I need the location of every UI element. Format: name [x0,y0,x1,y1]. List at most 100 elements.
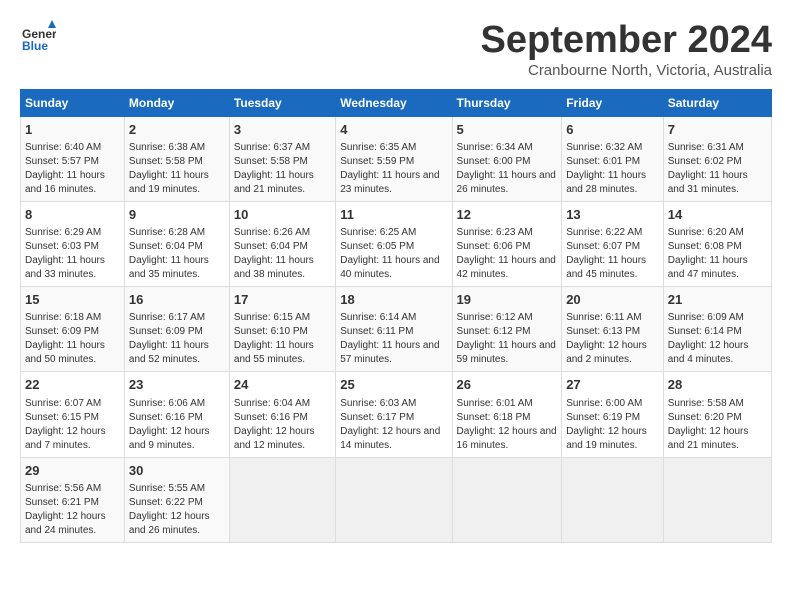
daylight-text: Daylight: 11 hours and 35 minutes. [129,255,209,280]
sunrise-text: Sunrise: 6:29 AM [25,227,101,238]
calendar-cell: 19 Sunrise: 6:12 AM Sunset: 6:12 PM Dayl… [452,287,562,372]
sunset-text: Sunset: 6:16 PM [234,412,308,423]
daylight-text: Daylight: 11 hours and 33 minutes. [25,255,105,280]
calendar-cell: 18 Sunrise: 6:14 AM Sunset: 6:11 PM Dayl… [336,287,452,372]
page-header: General Blue September 2024 Cranbourne N… [20,20,772,79]
daylight-text: Daylight: 11 hours and 57 minutes. [340,340,439,365]
day-number: 1 [25,121,120,139]
table-row: 22 Sunrise: 6:07 AM Sunset: 6:15 PM Dayl… [21,372,772,457]
sunrise-text: Sunrise: 6:34 AM [457,142,533,153]
daylight-text: Daylight: 12 hours and 26 minutes. [129,511,210,536]
sunset-text: Sunset: 6:03 PM [25,241,99,252]
daylight-text: Daylight: 11 hours and 38 minutes. [234,255,314,280]
calendar-cell [663,457,771,542]
day-number: 22 [25,376,120,394]
table-row: 8 Sunrise: 6:29 AM Sunset: 6:03 PM Dayli… [21,201,772,286]
day-number: 16 [129,291,225,309]
daylight-text: Daylight: 12 hours and 14 minutes. [340,426,440,451]
calendar-cell: 2 Sunrise: 6:38 AM Sunset: 5:58 PM Dayli… [124,116,229,201]
calendar-cell: 15 Sunrise: 6:18 AM Sunset: 6:09 PM Dayl… [21,287,125,372]
daylight-text: Daylight: 11 hours and 50 minutes. [25,340,105,365]
sunrise-text: Sunrise: 5:56 AM [25,483,101,494]
sunrise-text: Sunrise: 6:18 AM [25,312,101,323]
daylight-text: Daylight: 12 hours and 7 minutes. [25,426,106,451]
sunrise-text: Sunrise: 6:25 AM [340,227,416,238]
calendar-cell: 7 Sunrise: 6:31 AM Sunset: 6:02 PM Dayli… [663,116,771,201]
sunset-text: Sunset: 6:11 PM [340,326,413,337]
daylight-text: Daylight: 12 hours and 21 minutes. [668,426,749,451]
sunrise-text: Sunrise: 6:38 AM [129,142,205,153]
calendar-cell: 4 Sunrise: 6:35 AM Sunset: 5:59 PM Dayli… [336,116,452,201]
day-number: 24 [234,376,331,394]
day-number: 20 [566,291,659,309]
sunrise-text: Sunrise: 6:15 AM [234,312,310,323]
calendar-cell [562,457,664,542]
sunset-text: Sunset: 6:20 PM [668,412,742,423]
calendar-cell: 27 Sunrise: 6:00 AM Sunset: 6:19 PM Dayl… [562,372,664,457]
sunrise-text: Sunrise: 6:11 AM [566,312,641,323]
sunrise-text: Sunrise: 6:37 AM [234,142,310,153]
day-number: 19 [457,291,558,309]
calendar-cell [229,457,335,542]
sunrise-text: Sunrise: 6:22 AM [566,227,642,238]
header-row: Sunday Monday Tuesday Wednesday Thursday… [21,89,772,116]
daylight-text: Daylight: 12 hours and 16 minutes. [457,426,557,451]
calendar-cell: 23 Sunrise: 6:06 AM Sunset: 6:16 PM Dayl… [124,372,229,457]
day-number: 2 [129,121,225,139]
sunrise-text: Sunrise: 6:14 AM [340,312,416,323]
calendar-cell: 25 Sunrise: 6:03 AM Sunset: 6:17 PM Dayl… [336,372,452,457]
calendar-cell: 16 Sunrise: 6:17 AM Sunset: 6:09 PM Dayl… [124,287,229,372]
sunset-text: Sunset: 6:10 PM [234,326,308,337]
calendar-cell: 22 Sunrise: 6:07 AM Sunset: 6:15 PM Dayl… [21,372,125,457]
col-saturday: Saturday [663,89,771,116]
sunrise-text: Sunrise: 6:00 AM [566,398,642,409]
sunrise-text: Sunrise: 6:35 AM [340,142,416,153]
calendar-cell: 12 Sunrise: 6:23 AM Sunset: 6:06 PM Dayl… [452,201,562,286]
title-area: September 2024 Cranbourne North, Victori… [481,20,773,79]
sunrise-text: Sunrise: 6:12 AM [457,312,533,323]
sunrise-text: Sunrise: 6:40 AM [25,142,101,153]
daylight-text: Daylight: 11 hours and 55 minutes. [234,340,314,365]
day-number: 21 [668,291,767,309]
sunset-text: Sunset: 6:02 PM [668,156,742,167]
logo-icon: General Blue [20,20,56,56]
sunrise-text: Sunrise: 6:06 AM [129,398,205,409]
sunset-text: Sunset: 6:15 PM [25,412,99,423]
sunset-text: Sunset: 6:17 PM [340,412,414,423]
col-monday: Monday [124,89,229,116]
day-number: 27 [566,376,659,394]
day-number: 29 [25,462,120,480]
calendar-cell: 9 Sunrise: 6:28 AM Sunset: 6:04 PM Dayli… [124,201,229,286]
sunset-text: Sunset: 6:16 PM [129,412,203,423]
svg-text:Blue: Blue [22,39,48,53]
daylight-text: Daylight: 11 hours and 19 minutes. [129,170,209,195]
sunset-text: Sunset: 5:59 PM [340,156,414,167]
calendar-cell: 13 Sunrise: 6:22 AM Sunset: 6:07 PM Dayl… [562,201,664,286]
calendar-table: Sunday Monday Tuesday Wednesday Thursday… [20,89,772,543]
day-number: 7 [668,121,767,139]
daylight-text: Daylight: 11 hours and 23 minutes. [340,170,439,195]
sunset-text: Sunset: 6:05 PM [340,241,414,252]
sunrise-text: Sunrise: 6:32 AM [566,142,642,153]
daylight-text: Daylight: 11 hours and 40 minutes. [340,255,439,280]
table-row: 29 Sunrise: 5:56 AM Sunset: 6:21 PM Dayl… [21,457,772,542]
day-number: 11 [340,206,447,224]
day-number: 3 [234,121,331,139]
calendar-cell: 10 Sunrise: 6:26 AM Sunset: 6:04 PM Dayl… [229,201,335,286]
sunrise-text: Sunrise: 6:28 AM [129,227,205,238]
daylight-text: Daylight: 12 hours and 2 minutes. [566,340,647,365]
sunset-text: Sunset: 5:58 PM [129,156,203,167]
calendar-cell: 24 Sunrise: 6:04 AM Sunset: 6:16 PM Dayl… [229,372,335,457]
sunset-text: Sunset: 6:08 PM [668,241,742,252]
sunset-text: Sunset: 6:04 PM [234,241,308,252]
sunset-text: Sunset: 5:58 PM [234,156,308,167]
calendar-cell [336,457,452,542]
calendar-cell: 6 Sunrise: 6:32 AM Sunset: 6:01 PM Dayli… [562,116,664,201]
day-number: 5 [457,121,558,139]
sunset-text: Sunset: 6:13 PM [566,326,640,337]
sunset-text: Sunset: 6:09 PM [25,326,99,337]
daylight-text: Daylight: 11 hours and 45 minutes. [566,255,646,280]
daylight-text: Daylight: 12 hours and 9 minutes. [129,426,210,451]
daylight-text: Daylight: 11 hours and 31 minutes. [668,170,748,195]
calendar-cell: 17 Sunrise: 6:15 AM Sunset: 6:10 PM Dayl… [229,287,335,372]
